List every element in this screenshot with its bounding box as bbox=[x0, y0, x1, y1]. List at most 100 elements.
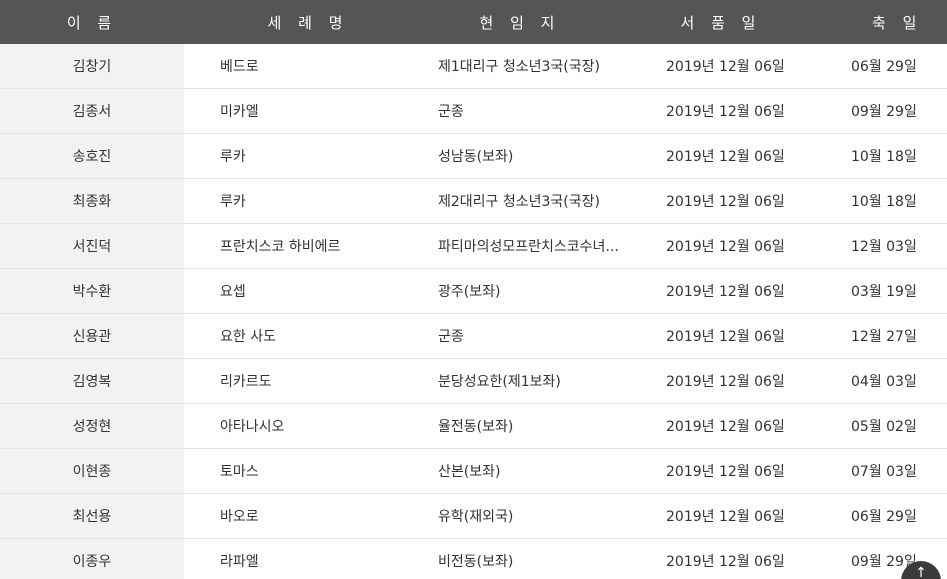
ordination-date-cell: 2019년 12월 06일 bbox=[628, 314, 814, 358]
baptismal-name-cell: 요셉 bbox=[184, 269, 402, 313]
ordination-date: 2019년 12월 06일 bbox=[666, 374, 785, 390]
baptismal-name: 요셉 bbox=[220, 284, 246, 300]
current-post-cell: 제2대리구 청소년3국(국장) bbox=[402, 179, 628, 223]
table-row[interactable]: 서진덕 프란치스코 하비에르 파티마의성모프란치스코수녀... 2019년 12월 0… bbox=[0, 224, 947, 269]
current-post: 제1대리구 청소년3국(국장) bbox=[438, 59, 600, 75]
feast-day: 10월 18일 bbox=[851, 149, 917, 165]
table-row[interactable]: 김창기 베드로 제1대리구 청소년3국(국장) 2019년 12월 06일 06월 29… bbox=[0, 44, 947, 89]
priest-name[interactable]: 최선용 bbox=[73, 506, 112, 526]
feast-day: 09월 29일 bbox=[851, 104, 917, 120]
baptismal-name-cell: 프란치스코 하비에르 bbox=[184, 224, 402, 268]
ordination-date: 2019년 12월 06일 bbox=[666, 284, 785, 300]
ordination-date-cell: 2019년 12월 06일 bbox=[628, 179, 814, 223]
priest-name-cell: 이현종 bbox=[0, 449, 184, 493]
table-row[interactable]: 최종화 루카 제2대리구 청소년3국(국장) 2019년 12월 06일 10월 18일 bbox=[0, 179, 947, 224]
table-row[interactable]: 최선용 바오로 유학(재외국) 2019년 12월 06일 06월 29일 bbox=[0, 494, 947, 539]
baptismal-name: 루카 bbox=[220, 194, 246, 210]
ordination-date-cell: 2019년 12월 06일 bbox=[628, 494, 814, 538]
priest-name-cell: 이종우 bbox=[0, 539, 184, 579]
ordination-date-cell: 2019년 12월 06일 bbox=[628, 359, 814, 403]
priest-name[interactable]: 김종서 bbox=[73, 101, 112, 121]
ordination-date: 2019년 12월 06일 bbox=[666, 104, 785, 120]
baptismal-name-cell: 루카 bbox=[184, 179, 402, 223]
priest-name-cell: 김영복 bbox=[0, 359, 184, 403]
priest-name[interactable]: 최종화 bbox=[73, 191, 112, 211]
ordination-date: 2019년 12월 06일 bbox=[666, 509, 785, 525]
feast-day: 12월 03일 bbox=[851, 239, 917, 255]
feast-day: 06월 29일 bbox=[851, 59, 917, 75]
header-ordination-date: 서 품 일 bbox=[680, 13, 762, 32]
table-row[interactable]: 이종우 라파엘 비전동(보좌) 2019년 12월 06일 09월 29일 bbox=[0, 539, 947, 579]
feast-day-cell: 07월 03일 bbox=[814, 449, 947, 493]
priest-name[interactable]: 이현종 bbox=[73, 461, 112, 481]
table-row[interactable]: 이현종 토마스 산본(보좌) 2019년 12월 06일 07월 03일 bbox=[0, 449, 947, 494]
ordination-date-cell: 2019년 12월 06일 bbox=[628, 539, 814, 579]
table-header: 이 름 세 례 명 현 임 지 서 품 일 축 일 bbox=[0, 0, 947, 44]
ordination-date: 2019년 12월 06일 bbox=[666, 419, 785, 435]
header-baptismal-name: 세 례 명 bbox=[267, 13, 349, 32]
baptismal-name: 루카 bbox=[220, 149, 246, 165]
ordination-date: 2019년 12월 06일 bbox=[666, 149, 785, 165]
feast-day-cell: 04월 03일 bbox=[814, 359, 947, 403]
baptismal-name-cell: 라파엘 bbox=[184, 539, 402, 579]
table-row[interactable]: 신용관 요한 사도 군종 2019년 12월 06일 12월 27일 bbox=[0, 314, 947, 359]
feast-day: 05월 02일 bbox=[851, 419, 917, 435]
priest-name[interactable]: 박수환 bbox=[73, 281, 112, 301]
header-name: 이 름 bbox=[66, 13, 118, 32]
feast-day: 03월 19일 bbox=[851, 284, 917, 300]
baptismal-name: 라파엘 bbox=[220, 554, 259, 570]
ordination-date-cell: 2019년 12월 06일 bbox=[628, 224, 814, 268]
priest-name-cell: 신용관 bbox=[0, 314, 184, 358]
current-post-cell: 군종 bbox=[402, 89, 628, 133]
feast-day-cell: 03월 19일 bbox=[814, 269, 947, 313]
priest-name-cell: 송호진 bbox=[0, 134, 184, 178]
table-row[interactable]: 김종서 미카엘 군종 2019년 12월 06일 09월 29일 bbox=[0, 89, 947, 134]
feast-day-cell: 06월 29일 bbox=[814, 494, 947, 538]
baptismal-name-cell: 베드로 bbox=[184, 44, 402, 88]
priest-name[interactable]: 성정현 bbox=[73, 416, 112, 436]
current-post: 산본(보좌) bbox=[438, 464, 501, 480]
priest-name-cell: 최종화 bbox=[0, 179, 184, 223]
current-post: 성남동(보좌) bbox=[438, 149, 514, 165]
baptismal-name: 베드로 bbox=[220, 59, 259, 75]
current-post-cell: 율전동(보좌) bbox=[402, 404, 628, 448]
table-row[interactable]: 김영복 리카르도 분당성요한(제1보좌) 2019년 12월 06일 04월 03일 bbox=[0, 359, 947, 404]
baptismal-name-cell: 요한 사도 bbox=[184, 314, 402, 358]
current-post-cell: 광주(보좌) bbox=[402, 269, 628, 313]
feast-day-cell: 12월 27일 bbox=[814, 314, 947, 358]
priest-name-cell: 김창기 bbox=[0, 44, 184, 88]
priest-name[interactable]: 김영복 bbox=[73, 371, 112, 391]
current-post-cell: 제1대리구 청소년3국(국장) bbox=[402, 44, 628, 88]
baptismal-name: 리카르도 bbox=[220, 374, 272, 390]
feast-day-cell: 05월 02일 bbox=[814, 404, 947, 448]
priest-name[interactable]: 송호진 bbox=[73, 146, 112, 166]
table-row[interactable]: 송호진 루카 성남동(보좌) 2019년 12월 06일 10월 18일 bbox=[0, 134, 947, 179]
baptismal-name-cell: 바오로 bbox=[184, 494, 402, 538]
current-post: 파티마의성모프란치스코수녀... bbox=[438, 239, 619, 255]
ordination-date-cell: 2019년 12월 06일 bbox=[628, 44, 814, 88]
ordination-date-cell: 2019년 12월 06일 bbox=[628, 134, 814, 178]
ordination-date-cell: 2019년 12월 06일 bbox=[628, 269, 814, 313]
priest-name-cell: 서진덕 bbox=[0, 224, 184, 268]
priest-name[interactable]: 서진덕 bbox=[73, 236, 112, 256]
current-post: 군종 bbox=[438, 104, 464, 120]
current-post-cell: 성남동(보좌) bbox=[402, 134, 628, 178]
priest-name-cell: 김종서 bbox=[0, 89, 184, 133]
current-post: 율전동(보좌) bbox=[438, 419, 514, 435]
current-post: 유학(재외국) bbox=[438, 509, 514, 525]
baptismal-name: 요한 사도 bbox=[220, 329, 276, 345]
ordination-date-cell: 2019년 12월 06일 bbox=[628, 404, 814, 448]
priest-table: 이 름 세 례 명 현 임 지 서 품 일 축 일 김창기 베드로 제1대리구 청소… bbox=[0, 0, 947, 579]
priest-name-cell: 최선용 bbox=[0, 494, 184, 538]
baptismal-name: 프란치스코 하비에르 bbox=[220, 239, 341, 255]
baptismal-name: 아타나시오 bbox=[220, 419, 285, 435]
priest-name[interactable]: 김창기 bbox=[73, 56, 112, 76]
priest-name[interactable]: 이종우 bbox=[73, 551, 112, 571]
table-row[interactable]: 성정현 아타나시오 율전동(보좌) 2019년 12월 06일 05월 02일 bbox=[0, 404, 947, 449]
priest-name-cell: 성정현 bbox=[0, 404, 184, 448]
current-post-cell: 파티마의성모프란치스코수녀... bbox=[402, 224, 628, 268]
table-row[interactable]: 박수환 요셉 광주(보좌) 2019년 12월 06일 03월 19일 bbox=[0, 269, 947, 314]
current-post: 광주(보좌) bbox=[438, 284, 501, 300]
current-post-cell: 군종 bbox=[402, 314, 628, 358]
priest-name[interactable]: 신용관 bbox=[73, 326, 112, 346]
